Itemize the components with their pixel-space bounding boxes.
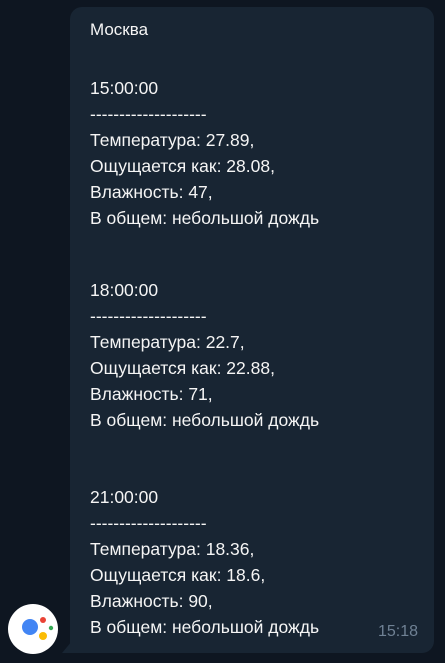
forecast-humidity: Влажность: 71, [90, 384, 213, 404]
forecast-block: 21:00:00 -------------------- Температур… [90, 484, 319, 640]
chat-area: Москва 15:00:00 -------------------- Тем… [0, 0, 445, 663]
bot-avatar[interactable] [8, 604, 58, 654]
forecast-overall: В общем: небольшой дождь [90, 410, 320, 430]
forecast-block: 15:00:00 -------------------- Температур… [90, 75, 319, 231]
forecast-overall: В общем: небольшой дождь [90, 617, 320, 637]
message-sender: Москва [90, 20, 149, 39]
forecast-block: 18:00:00 -------------------- Температур… [90, 277, 319, 433]
forecast-humidity: Влажность: 47, [90, 182, 213, 202]
forecast-temperature: Температура: 27.89, [90, 130, 255, 150]
forecast-divider: -------------------- [90, 513, 207, 533]
forecast-humidity: Влажность: 90, [90, 591, 213, 611]
forecast-feels-like: Ощущается как: 22.88, [90, 358, 275, 378]
forecast-time: 21:00:00 [90, 487, 159, 507]
forecast-overall: В общем: небольшой дождь [90, 208, 320, 228]
message-bubble[interactable]: Москва 15:00:00 -------------------- Тем… [70, 7, 434, 653]
forecast-feels-like: Ощущается как: 28.08, [90, 156, 275, 176]
forecast-temperature: Температура: 18.36, [90, 539, 255, 559]
google-assistant-icon [22, 617, 54, 640]
forecast-time: 18:00:00 [90, 280, 159, 300]
forecast-divider: -------------------- [90, 306, 207, 326]
forecast-temperature: Температура: 22.7, [90, 332, 245, 352]
message-timestamp: 15:18 [377, 623, 418, 640]
forecast-divider: -------------------- [90, 104, 207, 124]
forecast-time: 15:00:00 [90, 78, 159, 98]
forecast-feels-like: Ощущается как: 18.6, [90, 565, 266, 585]
